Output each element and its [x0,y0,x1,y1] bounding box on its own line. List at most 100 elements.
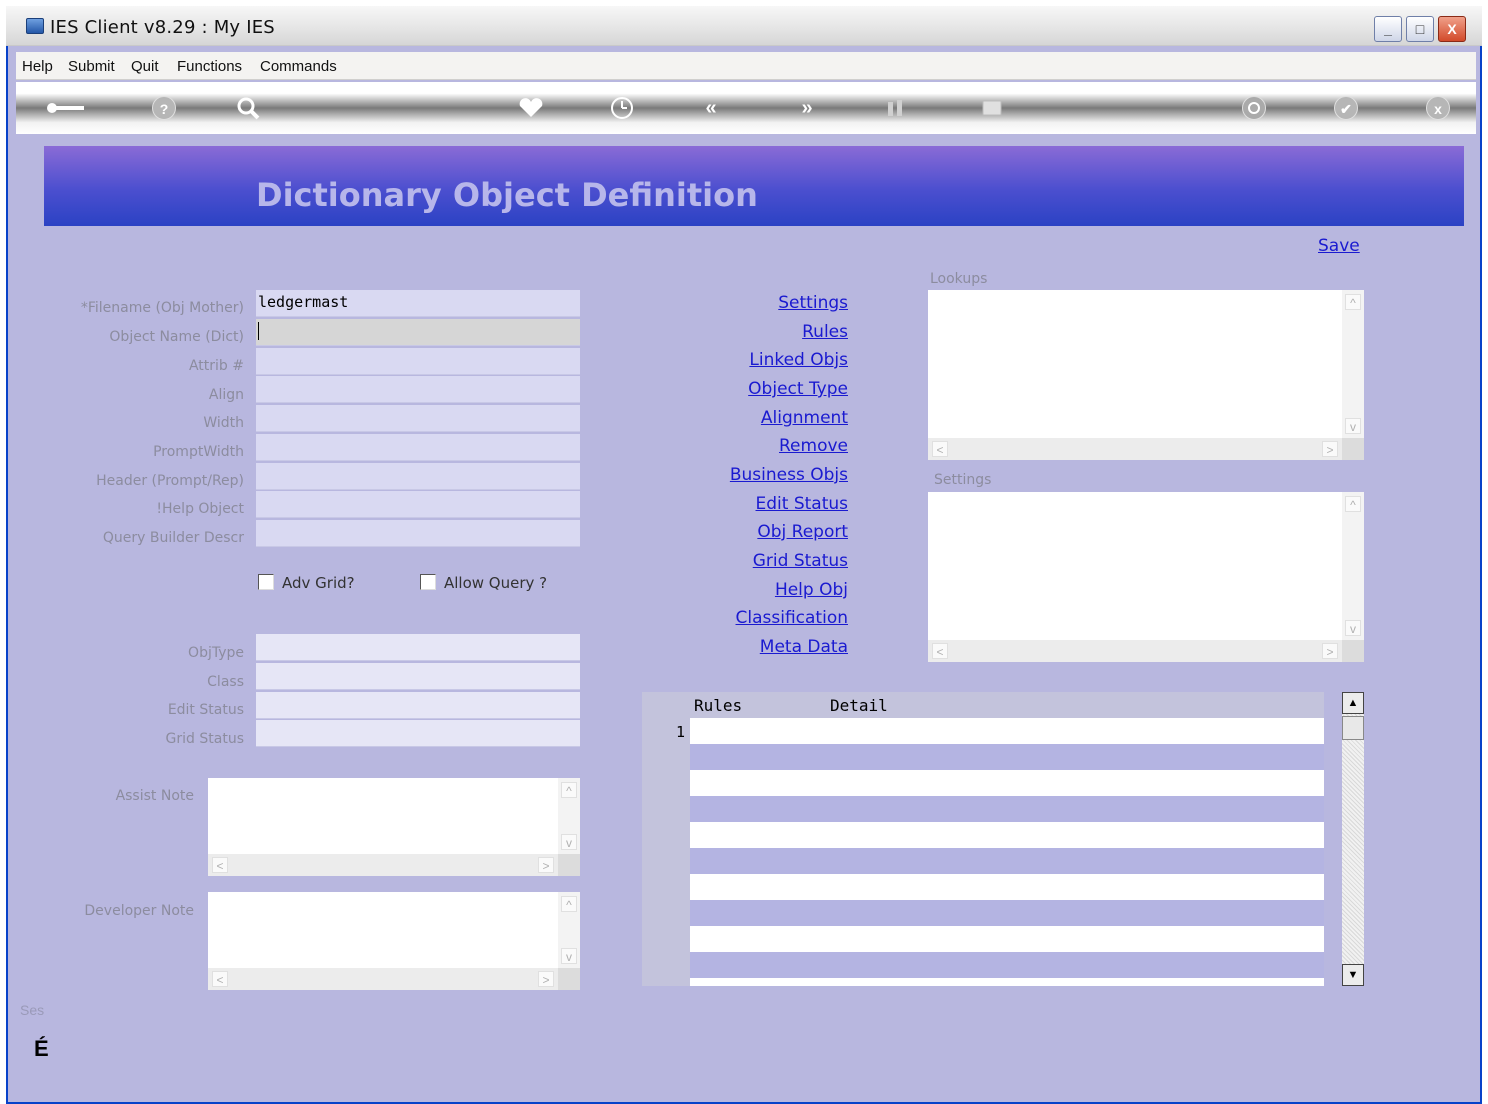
minimize-button[interactable]: _ [1374,16,1402,42]
scroll-left-icon[interactable]: < [932,643,948,659]
scroll-down-icon[interactable]: v [561,948,577,964]
grid-row[interactable] [690,848,1324,874]
recycle-icon[interactable] [1242,96,1266,120]
scroll-right-icon[interactable]: > [538,857,554,873]
scroll-thumb[interactable] [1342,716,1364,740]
settings-link[interactable]: Settings [648,293,848,313]
close-window-button[interactable]: X [1438,16,1466,42]
scroll-up-icon[interactable]: ^ [561,896,577,912]
object-name-field[interactable] [256,319,580,346]
prompt-width-field[interactable] [256,434,580,461]
scroll-left-icon[interactable]: < [212,857,228,873]
width-label: Width [203,415,244,431]
grid-status-field[interactable] [256,720,580,747]
previous-icon[interactable]: « [696,96,726,120]
rules-grid-scrollbar[interactable]: ▲ ▼ [1342,692,1364,986]
scroll-up-icon[interactable]: ^ [1345,294,1361,310]
grid-row[interactable] [690,952,1324,978]
maximize-button[interactable]: □ [1406,16,1434,42]
scroll-left-icon[interactable]: < [932,441,948,457]
settings-vscroll[interactable]: ^ v [1342,492,1364,640]
alignment-link[interactable]: Alignment [648,408,848,428]
scroll-up-icon[interactable]: ▲ [1342,692,1364,714]
search-icon[interactable] [234,96,264,120]
object-type-link[interactable]: Object Type [648,379,848,399]
edit-status-link[interactable]: Edit Status [648,494,849,514]
grid-row[interactable] [690,822,1324,848]
header-field[interactable] [256,463,580,490]
assist-note-hscroll[interactable]: < > [208,854,558,876]
grid-row[interactable] [690,978,1324,986]
menu-quit[interactable]: Quit [131,58,159,75]
lookups-vscroll[interactable]: ^ v [1342,290,1364,438]
menu-functions[interactable]: Functions [177,58,242,75]
edit-status-field[interactable] [256,692,580,719]
lookups-hscroll[interactable]: < > [928,438,1342,460]
menu-help[interactable]: Help [22,58,53,75]
grid-row[interactable] [690,874,1324,900]
grid-row[interactable] [690,770,1324,796]
clock-icon[interactable] [608,96,636,120]
menu-commands[interactable]: Commands [260,58,337,75]
grid-row[interactable] [690,718,1324,744]
obj-report-link[interactable]: Obj Report [648,522,848,542]
scroll-right-icon[interactable]: > [1322,643,1338,659]
grid-row[interactable] [690,926,1324,952]
scroll-down-icon[interactable]: v [1345,418,1361,434]
attrib-field[interactable] [256,348,580,375]
tools-icon[interactable] [882,96,910,120]
allow-query-checkbox[interactable] [420,574,436,590]
page-banner: Dictionary Object Definition [44,146,1464,226]
meta-data-link[interactable]: Meta Data [648,637,848,657]
toolbar: ? « » ✔ x [16,82,1476,134]
assist-note-vscroll[interactable]: ^ v [558,778,580,854]
title-bar[interactable]: IES Client v8.29 : My IES _ □ X [6,6,1482,46]
remove-link[interactable]: Remove [648,436,848,456]
help-obj-link[interactable]: Help Obj [648,580,848,600]
developer-note-textarea[interactable]: ^ v < > [208,892,580,990]
help-icon[interactable]: ? [152,96,176,120]
developer-note-vscroll[interactable]: ^ v [558,892,580,968]
scroll-down-icon[interactable]: v [561,834,577,850]
close-icon[interactable]: x [1426,96,1450,120]
class-field[interactable] [256,663,580,690]
help-object-field[interactable] [256,491,580,518]
key-icon[interactable] [44,96,88,120]
business-objs-link[interactable]: Business Objs [648,465,848,485]
adv-grid-checkbox[interactable] [258,574,274,590]
grid-status-link[interactable]: Grid Status [648,551,848,571]
scroll-right-icon[interactable]: > [538,971,554,987]
next-icon[interactable]: » [792,96,822,120]
assist-note-textarea[interactable]: ^ v < > [208,778,580,876]
attrib-label: Attrib # [188,358,244,374]
page-title: Dictionary Object Definition [256,176,758,214]
rules-link[interactable]: Rules [648,322,848,342]
grid-row[interactable] [690,796,1324,822]
width-field[interactable] [256,405,580,432]
scroll-left-icon[interactable]: < [212,971,228,987]
text-cursor [258,322,259,340]
grid-icon[interactable] [978,96,1006,120]
scroll-up-icon[interactable]: ^ [1345,496,1361,512]
grid-row[interactable] [690,900,1324,926]
adv-grid-label: Adv Grid? [282,574,355,592]
scroll-down-icon[interactable]: ▼ [1342,964,1364,986]
settings-hscroll[interactable]: < > [928,640,1342,662]
check-icon[interactable]: ✔ [1334,96,1358,120]
filename-field[interactable]: ledgermast [256,290,580,317]
grid-row[interactable] [690,744,1324,770]
query-builder-field[interactable] [256,520,580,547]
save-link[interactable]: Save [1318,236,1360,256]
scroll-right-icon[interactable]: > [1322,441,1338,457]
developer-note-hscroll[interactable]: < > [208,968,558,990]
menu-submit[interactable]: Submit [68,58,115,75]
objtype-field[interactable] [256,634,580,661]
scroll-down-icon[interactable]: v [1345,620,1361,636]
lookups-panel[interactable]: ^ v < > [928,290,1364,460]
heart-icon[interactable] [516,96,546,120]
scroll-up-icon[interactable]: ^ [561,782,577,798]
align-field[interactable] [256,376,580,403]
classification-link[interactable]: Classification [648,608,848,628]
linked-objs-link[interactable]: Linked Objs [648,350,848,370]
settings-panel[interactable]: ^ v < > [928,492,1364,662]
